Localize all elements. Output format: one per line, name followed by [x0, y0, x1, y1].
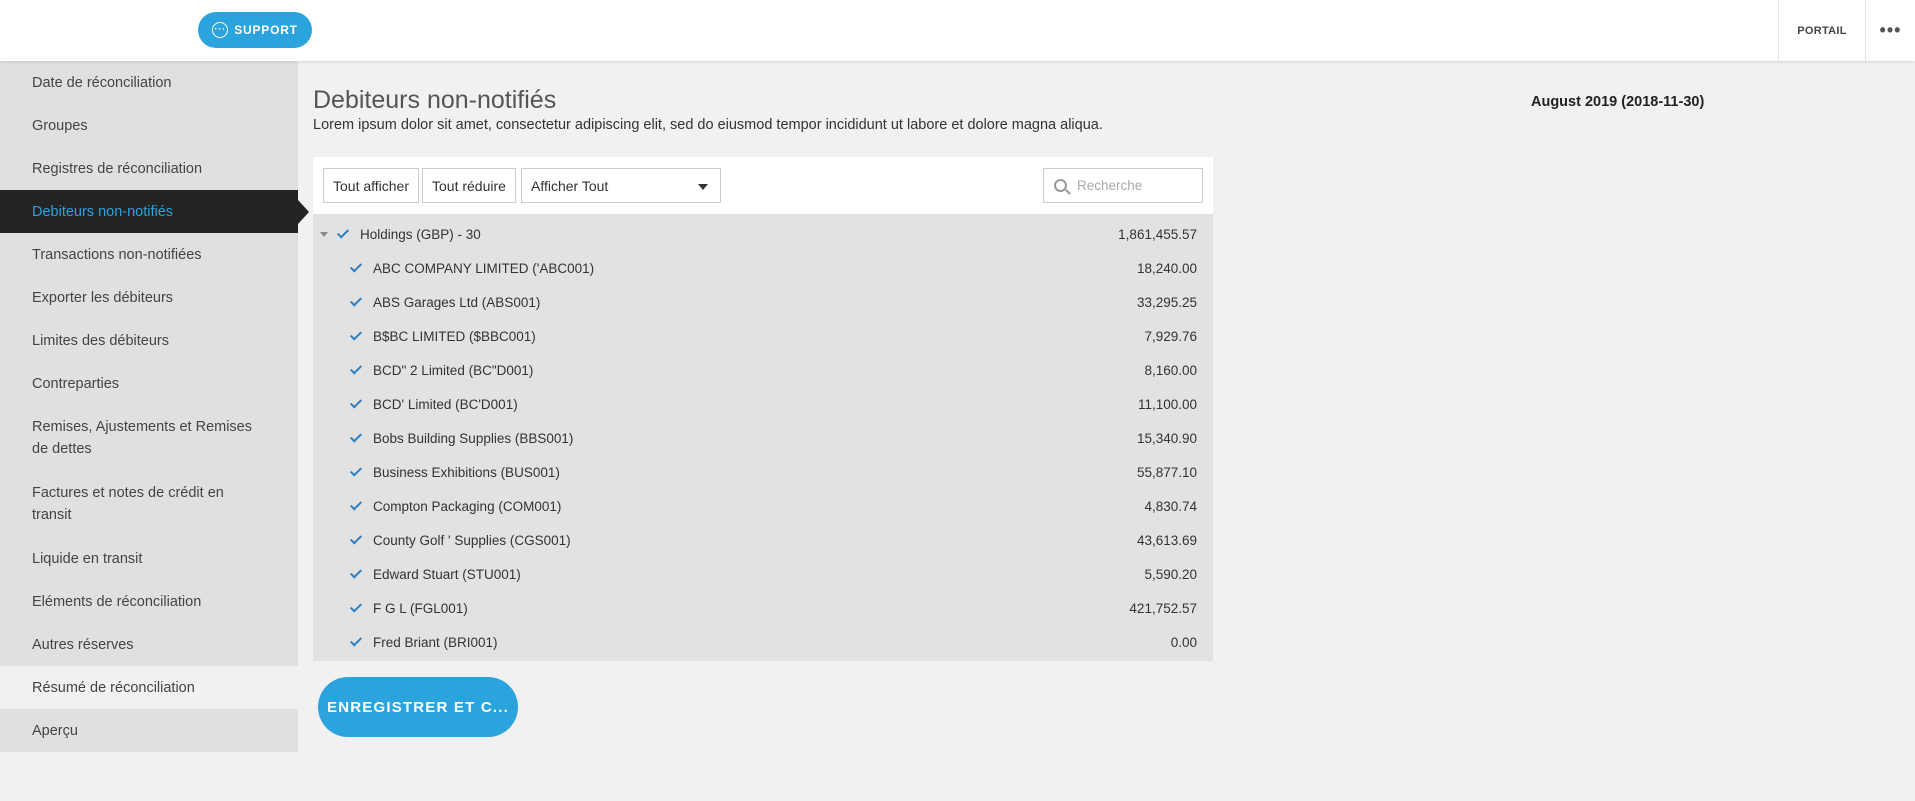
debtors-panel: Tout afficher Tout réduire Afficher Tout… — [313, 157, 1213, 661]
tree-row[interactable]: Compton Packaging (COM001) 4,830.74 — [313, 489, 1213, 523]
checkbox-checked-icon[interactable] — [349, 431, 363, 445]
row-amount: 11,100.00 — [1137, 396, 1197, 412]
sidebar-item-groupes[interactable]: Groupes — [0, 104, 298, 147]
collapse-all-button[interactable]: Tout réduire — [422, 168, 516, 203]
support-label: SUPPORT — [234, 23, 298, 37]
sidebar-item-date-reconciliation[interactable]: Date de réconciliation — [0, 61, 298, 104]
checkbox-checked-icon[interactable] — [336, 227, 350, 241]
top-header: SUPPORT PORTAIL ••• — [0, 0, 1915, 61]
tree-row[interactable]: Bobs Building Supplies (BBS001) 15,340.9… — [313, 421, 1213, 455]
tree-group-row[interactable]: Holdings (GBP) - 30 1,861,455.57 — [313, 217, 1213, 251]
row-amount: 33,295.25 — [1136, 294, 1197, 310]
row-label: Compton Packaging (COM001) — [373, 498, 562, 514]
checkbox-checked-icon[interactable] — [349, 635, 363, 649]
portail-link[interactable]: PORTAIL — [1778, 0, 1866, 61]
checkbox-checked-icon[interactable] — [349, 533, 363, 547]
tree-row[interactable]: Edward Stuart (STU001) 5,590.20 — [313, 557, 1213, 591]
search-input[interactable] — [1077, 178, 1197, 193]
debtors-tree: Holdings (GBP) - 30 1,861,455.57 ABC COM… — [313, 214, 1213, 661]
panel-toolbar: Tout afficher Tout réduire Afficher Tout — [313, 157, 1213, 214]
row-amount: 18,240.00 — [1136, 260, 1197, 276]
row-label: F G L (FGL001) — [373, 600, 468, 616]
tree-row[interactable]: BCD" 2 Limited (BC"D001) 8,160.00 — [313, 353, 1213, 387]
search-box[interactable] — [1043, 168, 1203, 203]
sidebar-item-apercu[interactable]: Aperçu — [0, 709, 298, 752]
checkbox-checked-icon[interactable] — [349, 499, 363, 513]
row-label: BCD' Limited (BC'D001) — [373, 396, 518, 412]
tree-row[interactable]: F G L (FGL001) 421,752.57 — [313, 591, 1213, 625]
row-label: ABS Garages Ltd (ABS001) — [373, 294, 541, 310]
row-amount: 8,160.00 — [1144, 362, 1197, 378]
group-label: Holdings (GBP) - 30 — [360, 226, 481, 242]
row-label: Edward Stuart (STU001) — [373, 566, 521, 582]
sidebar-item-liquide-transit[interactable]: Liquide en transit — [0, 537, 298, 580]
sidebar-item-registres[interactable]: Registres de réconciliation — [0, 147, 298, 190]
chat-bubble-icon — [212, 22, 229, 38]
tree-row[interactable]: County Golf ' Supplies (CGS001) 43,613.6… — [313, 523, 1213, 557]
checkbox-checked-icon[interactable] — [349, 363, 363, 377]
sidebar-item-transactions-non-notifiees[interactable]: Transactions non-notifiées — [0, 233, 298, 276]
row-amount: 43,613.69 — [1136, 532, 1197, 548]
checkbox-checked-icon[interactable] — [349, 329, 363, 343]
checkbox-checked-icon[interactable] — [349, 295, 363, 309]
sidebar-item-elements-reconciliation[interactable]: Eléments de réconciliation — [0, 580, 298, 623]
row-amount: 421,752.57 — [1129, 600, 1197, 616]
filter-select-value: Afficher Tout — [531, 177, 609, 194]
tree-row[interactable]: ABC COMPANY LIMITED ('ABC001) 18,240.00 — [313, 251, 1213, 285]
row-label: Business Exhibitions (BUS001) — [373, 464, 560, 480]
period-label: August 2019 (2018-11-30) — [1531, 94, 1705, 110]
page-title: Debiteurs non-notifiés — [313, 86, 557, 114]
group-amount: 1,861,455.57 — [1118, 226, 1197, 242]
save-continue-button[interactable]: ENREGISTRER ET C... — [318, 677, 518, 737]
sidebar-item-factures-transit[interactable]: Factures et notes de crédit en transit — [0, 471, 298, 537]
more-options-icon[interactable]: ••• — [1866, 0, 1915, 61]
row-label: ABC COMPANY LIMITED ('ABC001) — [373, 260, 595, 276]
tree-row[interactable]: BCD' Limited (BC'D001) 11,100.00 — [313, 387, 1213, 421]
row-label: B$BC LIMITED ($BBC001) — [373, 328, 536, 344]
collapse-toggle-icon[interactable] — [320, 231, 328, 237]
row-amount: 7,929.76 — [1144, 328, 1197, 344]
row-label: BCD" 2 Limited (BC"D001) — [373, 362, 534, 378]
filter-select[interactable]: Afficher Tout — [521, 168, 721, 203]
row-amount: 4,830.74 — [1144, 498, 1197, 514]
row-amount: 0.00 — [1170, 634, 1197, 650]
tree-row[interactable]: B$BC LIMITED ($BBC001) 7,929.76 — [313, 319, 1213, 353]
checkbox-checked-icon[interactable] — [349, 261, 363, 275]
sidebar-item-remises[interactable]: Remises, Ajustements et Remises de dette… — [0, 405, 298, 471]
row-label: Bobs Building Supplies (BBS001) — [373, 430, 574, 446]
support-button[interactable]: SUPPORT — [198, 12, 312, 48]
sidebar-item-autres-reserves[interactable]: Autres réserves — [0, 623, 298, 666]
row-amount: 15,340.90 — [1136, 430, 1197, 446]
sidebar-item-exporter-debiteurs[interactable]: Exporter les débiteurs — [0, 276, 298, 319]
sidebar-item-resume-reconciliation[interactable]: Résumé de réconciliation — [0, 666, 298, 709]
sidebar-item-debiteurs-non-notifies[interactable]: Debiteurs non-notifiés — [0, 190, 298, 233]
tree-row[interactable]: Fred Briant (BRI001) 0.00 — [313, 625, 1213, 659]
sidebar-item-contreparties[interactable]: Contreparties — [0, 362, 298, 405]
checkbox-checked-icon[interactable] — [349, 397, 363, 411]
sidebar-nav: Date de réconciliation Groupes Registres… — [0, 61, 298, 752]
row-amount: 5,590.20 — [1144, 566, 1197, 582]
caret-down-icon — [698, 184, 708, 190]
sidebar-item-limites-debiteurs[interactable]: Limites des débiteurs — [0, 319, 298, 362]
checkbox-checked-icon[interactable] — [349, 465, 363, 479]
row-label: Fred Briant (BRI001) — [373, 634, 498, 650]
search-icon — [1054, 179, 1067, 192]
checkbox-checked-icon[interactable] — [349, 601, 363, 615]
row-label: County Golf ' Supplies (CGS001) — [373, 532, 571, 548]
checkbox-checked-icon[interactable] — [349, 567, 363, 581]
tree-row[interactable]: ABS Garages Ltd (ABS001) 33,295.25 — [313, 285, 1213, 319]
row-amount: 55,877.10 — [1136, 464, 1197, 480]
show-all-button[interactable]: Tout afficher — [323, 168, 420, 203]
tree-row[interactable]: Business Exhibitions (BUS001) 55,877.10 — [313, 455, 1213, 489]
page-description: Lorem ipsum dolor sit amet, consectetur … — [313, 117, 1103, 133]
